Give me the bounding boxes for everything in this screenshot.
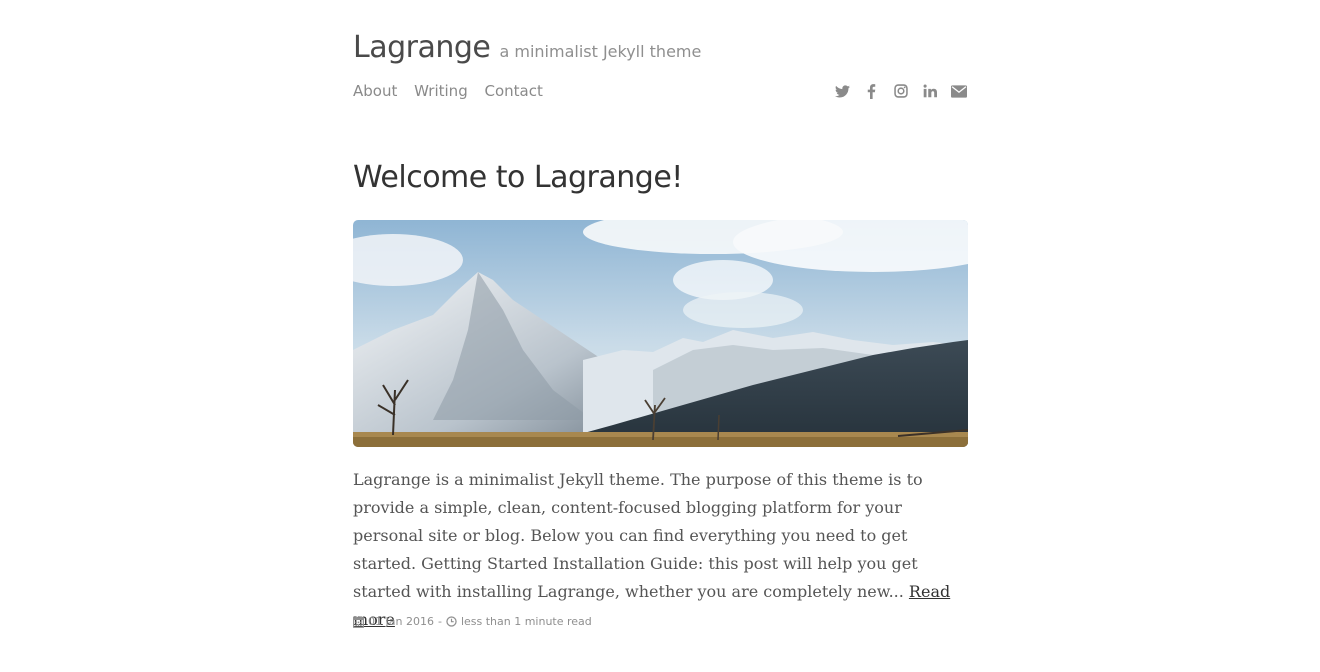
envelope-icon[interactable] [949, 82, 968, 100]
post-date: 01 Jan 2016 [368, 615, 434, 628]
clock-icon [446, 616, 457, 627]
post-meta: 01 Jan 2016 - less than 1 minute read [353, 615, 592, 628]
site-header: Lagrange a minimalist Jekyll theme About… [353, 0, 968, 160]
social-links [833, 82, 968, 100]
calendar-icon [353, 615, 364, 628]
post-title[interactable]: Welcome to Lagrange! [353, 160, 683, 195]
main-nav: About Writing Contact [353, 82, 555, 100]
site-tagline: a minimalist Jekyll theme [499, 42, 702, 61]
post-feature-image[interactable] [353, 220, 968, 447]
page-container: Lagrange a minimalist Jekyll theme About… [353, 0, 968, 629]
reading-time: less than 1 minute read [460, 615, 592, 628]
post-excerpt: Lagrange is a minimalist Jekyll theme. T… [353, 466, 968, 634]
facebook-icon[interactable] [862, 82, 881, 100]
nav-about-link[interactable]: About [353, 82, 397, 100]
brand: Lagrange a minimalist Jekyll theme [353, 30, 701, 65]
nav-writing-link[interactable]: Writing [414, 82, 468, 100]
linkedin-icon[interactable] [920, 82, 939, 100]
post-excerpt-text: Lagrange is a minimalist Jekyll theme. T… [353, 470, 923, 601]
meta-separator: - [437, 615, 442, 628]
nav-contact-link[interactable]: Contact [485, 82, 543, 100]
twitter-icon[interactable] [833, 82, 852, 100]
site-title-link[interactable]: Lagrange [353, 30, 491, 65]
instagram-icon[interactable] [891, 82, 910, 100]
